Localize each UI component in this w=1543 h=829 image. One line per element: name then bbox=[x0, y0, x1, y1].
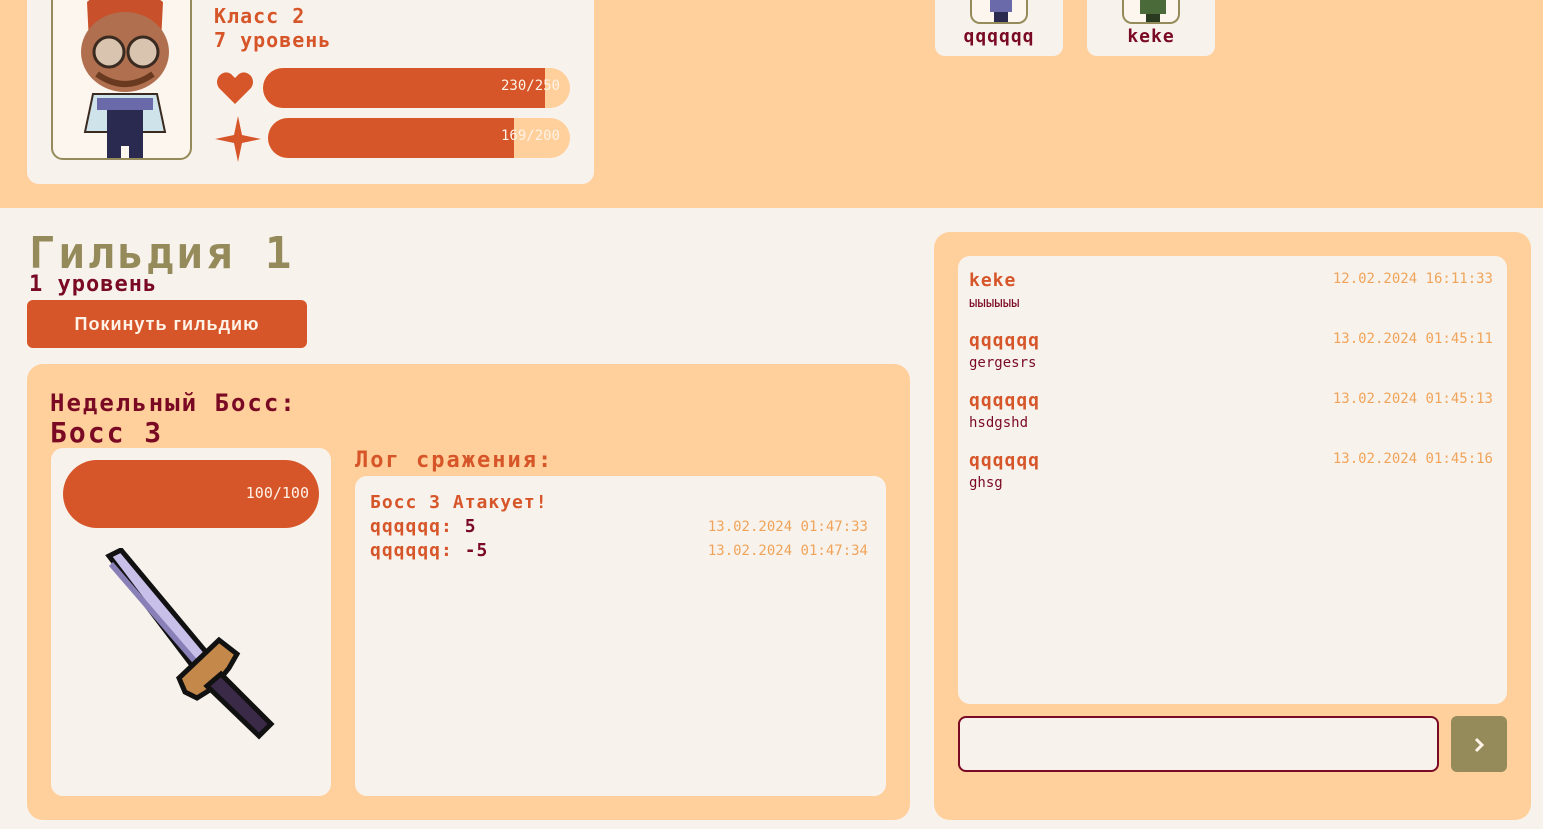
member-avatar bbox=[970, 0, 1028, 24]
message-author: qqqqqq bbox=[969, 450, 1041, 471]
send-message-button[interactable] bbox=[1451, 716, 1507, 772]
message-author: qqqqqq bbox=[969, 330, 1041, 351]
message-text: ыыыыыы bbox=[969, 295, 1020, 311]
message-author: qqqqqq bbox=[969, 390, 1041, 411]
chat-messages[interactable]: keke 12.02.2024 16:11:33 ыыыыыы qqqqqq 1… bbox=[958, 256, 1507, 704]
message-time: 13.02.2024 01:45:11 bbox=[1332, 331, 1493, 347]
top-band: Класс 2 7 уровень 230/250 169/200 qqqqqq… bbox=[0, 0, 1543, 208]
log-entry-time: 13.02.2024 01:47:33 bbox=[707, 519, 868, 535]
guild-member-card[interactable]: qqqqqq bbox=[935, 0, 1063, 56]
mana-bar-text: 169/200 bbox=[500, 128, 560, 144]
character-card: Класс 2 7 уровень 230/250 169/200 bbox=[27, 0, 594, 184]
chevron-right-icon bbox=[1471, 731, 1487, 756]
battle-log-title: Лог сражения: bbox=[355, 448, 554, 473]
member-name: keke bbox=[1127, 26, 1175, 47]
mana-bar: 169/200 bbox=[268, 118, 570, 158]
log-entry-value: 5 bbox=[464, 516, 477, 537]
character-level: 7 уровень bbox=[214, 28, 332, 52]
message-text: ghsg bbox=[969, 475, 1003, 491]
member-name: qqqqqq bbox=[963, 26, 1035, 47]
boss-heading: Недельный Босс: bbox=[50, 389, 297, 417]
character-class: Класс 2 bbox=[214, 4, 306, 28]
message-time: 12.02.2024 16:11:33 bbox=[1332, 271, 1493, 287]
character-portrait-icon bbox=[81, 0, 169, 158]
message-text: gergesrs bbox=[969, 355, 1037, 371]
message-author: keke bbox=[969, 270, 1017, 291]
log-entry-author: qqqqqq: bbox=[370, 540, 453, 561]
member-avatar bbox=[1122, 0, 1180, 24]
log-entry: qqqqqq: 5 bbox=[370, 516, 477, 537]
boss-hp-text: 100/100 bbox=[245, 484, 309, 502]
chat-panel: keke 12.02.2024 16:11:33 ыыыыыы qqqqqq 1… bbox=[934, 232, 1531, 820]
boss-name: Босс 3 bbox=[50, 416, 164, 449]
leave-guild-button[interactable]: Покинуть гильдию bbox=[27, 300, 307, 348]
hp-bar-text: 230/250 bbox=[500, 78, 560, 94]
log-entry-author: qqqqqq: bbox=[370, 516, 453, 537]
log-entry-text: Босс 3 Атакует! bbox=[370, 492, 548, 513]
log-entry: Босс 3 Атакует! bbox=[370, 492, 548, 513]
guild-level: 1 уровень bbox=[29, 272, 158, 297]
sword-icon bbox=[101, 546, 281, 752]
message-time: 13.02.2024 01:45:13 bbox=[1332, 391, 1493, 407]
log-entry-time: 13.02.2024 01:47:34 bbox=[707, 543, 868, 559]
boss-hp-bar: 100/100 bbox=[63, 460, 319, 528]
character-info: Класс 2 7 уровень bbox=[214, 4, 331, 52]
boss-card[interactable]: 100/100 bbox=[51, 448, 331, 796]
mana-bar-fill bbox=[268, 118, 515, 158]
battle-log: Босс 3 Атакует! qqqqqq: 5 13.02.2024 01:… bbox=[355, 476, 886, 796]
sparkle-icon bbox=[215, 116, 261, 166]
guild-member-card[interactable]: keke bbox=[1087, 0, 1215, 56]
boss-panel: Недельный Босс: Босс 3 100/100 Лог сраже… bbox=[27, 364, 910, 820]
log-entry-value: -5 bbox=[464, 540, 489, 561]
message-time: 13.02.2024 01:45:16 bbox=[1332, 451, 1493, 467]
chat-message-input[interactable] bbox=[958, 716, 1439, 772]
heart-icon bbox=[215, 68, 255, 112]
hp-bar: 230/250 bbox=[263, 68, 570, 108]
log-entry: qqqqqq: -5 bbox=[370, 540, 488, 561]
message-text: hsdgshd bbox=[969, 415, 1029, 431]
character-avatar bbox=[51, 0, 192, 160]
